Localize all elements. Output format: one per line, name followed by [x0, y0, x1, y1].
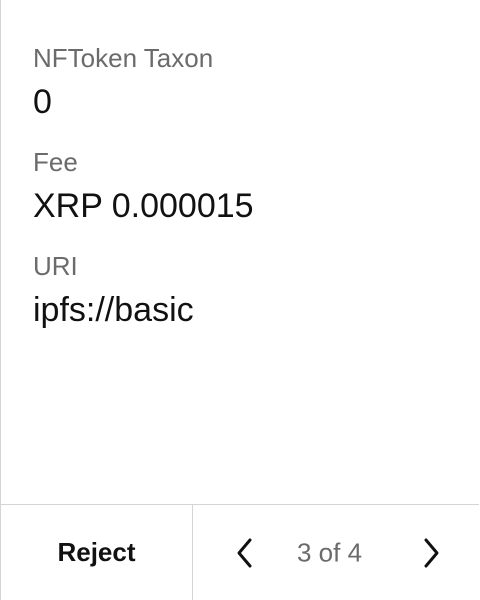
transaction-details-panel: NFToken Taxon 0 Fee XRP 0.000015 URI ipf… — [0, 0, 479, 600]
chevron-left-icon — [237, 538, 252, 567]
transaction-fields: NFToken Taxon 0 Fee XRP 0.000015 URI ipf… — [1, 0, 479, 504]
action-footer: Reject 3 of 4 — [1, 504, 479, 600]
reject-cell: Reject — [1, 505, 193, 600]
page-indicator: 3 of 4 — [297, 537, 363, 567]
reject-button[interactable]: Reject — [47, 531, 145, 574]
chevron-right-icon — [424, 538, 439, 567]
fee-label: Fee — [33, 147, 78, 177]
nftoken-taxon-value: 0 — [33, 83, 52, 121]
next-button[interactable] — [411, 529, 451, 577]
pager: 3 of 4 — [193, 505, 479, 600]
uri-value: ipfs://basic — [33, 291, 194, 329]
nftoken-taxon-label: NFToken Taxon — [33, 43, 214, 73]
previous-button[interactable] — [225, 529, 265, 577]
uri-label: URI — [33, 251, 78, 281]
fee-value: XRP 0.000015 — [33, 187, 254, 225]
